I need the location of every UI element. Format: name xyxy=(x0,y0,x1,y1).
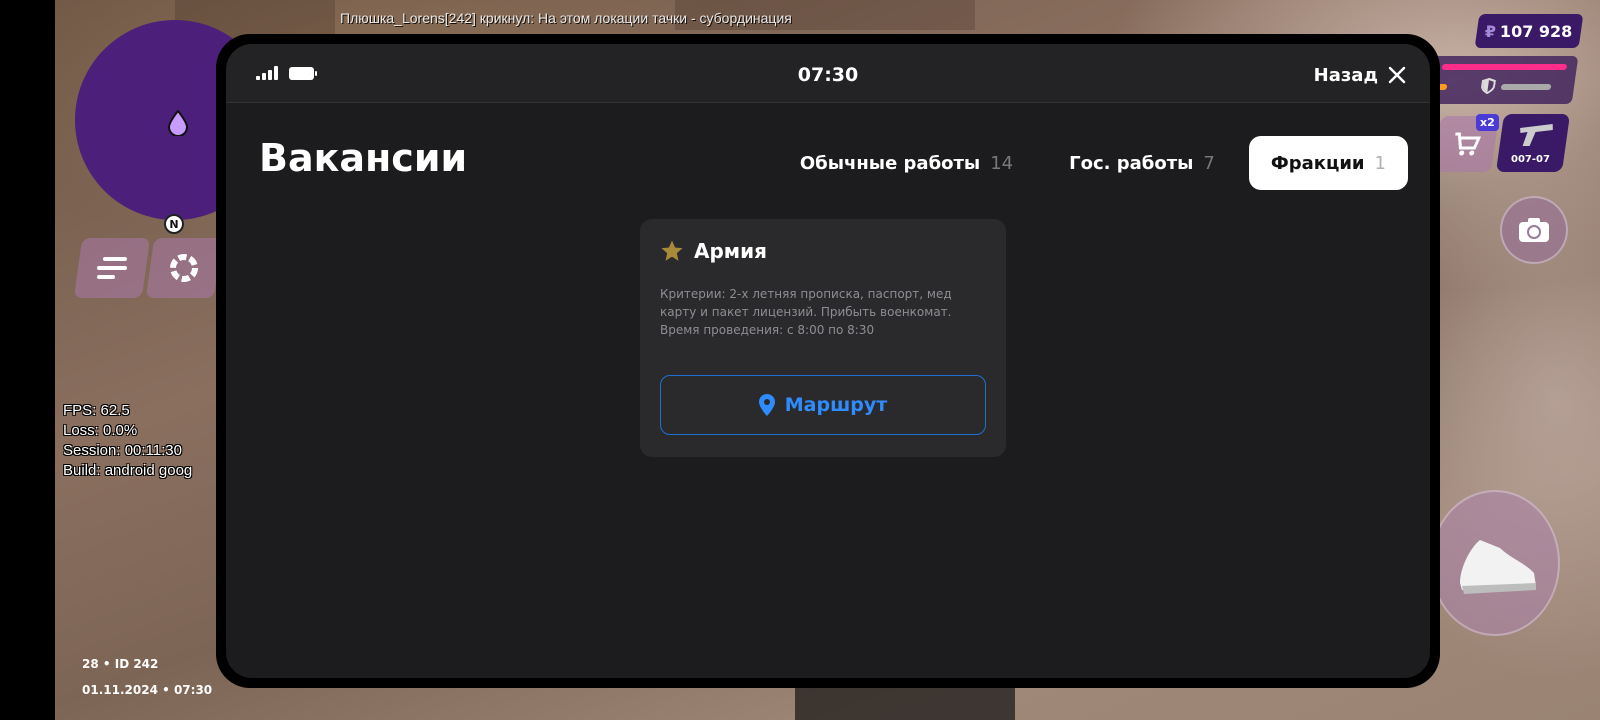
settings-button[interactable] xyxy=(145,238,223,298)
back-button[interactable]: Назад xyxy=(1314,60,1406,90)
lifebuoy-icon xyxy=(170,254,198,282)
back-label: Назад xyxy=(1313,64,1378,86)
player-info: 28 • ID 242 01.11.2024 • 07:30 xyxy=(82,651,212,703)
sprint-button[interactable] xyxy=(1430,490,1560,636)
phone-screen: 07:30 Назад Вакансии Обычные работы 14 Г… xyxy=(226,44,1430,678)
vacancy-title: Армия xyxy=(694,239,767,263)
chat-line: Плюшка_Lorens[242] крикнул: На этом лока… xyxy=(340,10,792,26)
tab-label: Гос. работы xyxy=(1069,152,1194,174)
sneaker-icon xyxy=(1460,540,1536,594)
currency-symbol: ₽ xyxy=(1485,21,1497,41)
tab-count: 14 xyxy=(990,152,1014,174)
date-time: 01.11.2024 • 07:30 xyxy=(82,683,213,697)
location-pin-icon xyxy=(758,394,775,416)
phone-frame: 07:30 Назад Вакансии Обычные работы 14 Г… xyxy=(216,34,1440,688)
health-bar xyxy=(1441,64,1568,70)
tab-count: 7 xyxy=(1203,152,1215,174)
phone-clock: 07:30 xyxy=(797,64,859,86)
camera-rotate-icon xyxy=(1519,218,1549,242)
menu-button[interactable] xyxy=(73,238,151,298)
description-line: Критерии: 2-х летняя прописка, паспорт, … xyxy=(660,287,952,301)
drop-marker-icon xyxy=(167,110,189,136)
tab-label: Обычные работы xyxy=(799,152,981,174)
loss-line: Loss: 0.0% xyxy=(63,422,138,439)
north-marker: N xyxy=(164,214,184,234)
session-line: Session: 00:11:30 xyxy=(63,442,182,459)
vacancy-card: Армия Критерии: 2-х летняя прописка, пас… xyxy=(640,219,1006,457)
money-value: 107 928 xyxy=(1500,21,1573,41)
player-id: 28 • ID 242 xyxy=(82,657,159,671)
money-display: ₽ 107 928 xyxy=(1474,14,1584,48)
tab-gov-jobs[interactable]: Гос. работы 7 xyxy=(1047,136,1237,190)
star-icon xyxy=(661,240,683,261)
tab-factions[interactable]: Фракции 1 xyxy=(1248,136,1408,190)
page-title: Вакансии xyxy=(259,136,468,180)
camera-switch-button[interactable] xyxy=(1500,196,1568,264)
phone-status-bar: 07:30 Назад xyxy=(226,44,1430,103)
status-bars xyxy=(1426,56,1579,104)
close-icon xyxy=(1388,66,1406,84)
menu-lines-icon xyxy=(97,257,127,279)
tab-regular-jobs[interactable]: Обычные работы 14 xyxy=(778,136,1035,190)
route-button[interactable]: Маршрут xyxy=(660,375,986,435)
vacancy-header: Армия xyxy=(660,239,986,263)
debug-info: FPS: 62.5 Loss: 0.0% Session: 00:11:30 B… xyxy=(63,401,218,481)
cart-icon xyxy=(1455,132,1482,156)
x2-badge: x2 xyxy=(1476,114,1499,131)
armor-bar xyxy=(1500,84,1552,90)
tab-label: Фракции xyxy=(1270,152,1365,174)
route-label: Маршрут xyxy=(784,394,888,416)
vacancy-description: Критерии: 2-х летняя прописка, паспорт, … xyxy=(660,285,986,339)
build-line: Build: android goog xyxy=(63,462,193,479)
shield-icon xyxy=(1481,78,1496,94)
vacancy-tabs: Обычные работы 14 Гос. работы 7 Фракции … xyxy=(778,136,1408,190)
tab-count: 1 xyxy=(1374,152,1386,174)
pistol-icon xyxy=(1520,124,1553,146)
description-line: карту и пакет лицензий. Прибыть военкома… xyxy=(660,305,952,319)
weapon-ammo: 007-07 xyxy=(1511,154,1550,165)
description-line: Время проведения: с 8:00 по 8:30 xyxy=(660,323,875,337)
fps-line: FPS: 62.5 xyxy=(63,402,130,419)
